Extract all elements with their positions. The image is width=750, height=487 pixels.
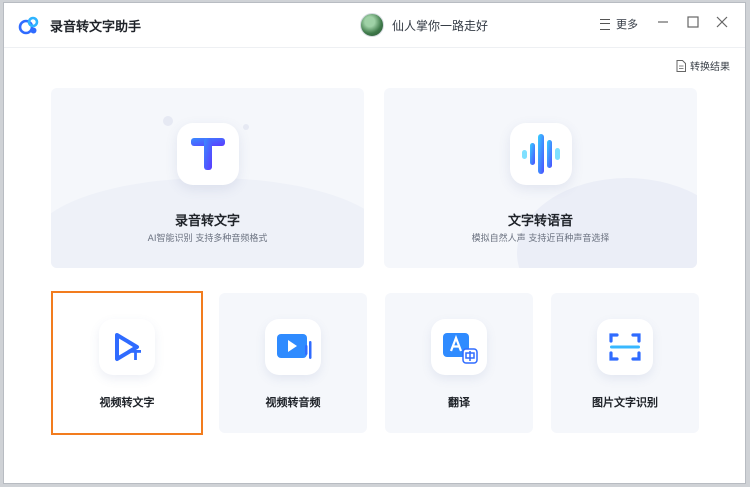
more-menu-button[interactable]: 更多 bbox=[600, 16, 638, 32]
card-icon-box bbox=[265, 319, 321, 375]
decor-dot bbox=[163, 116, 173, 126]
card-title: 视频转音频 bbox=[265, 396, 321, 409]
document-icon bbox=[676, 59, 686, 72]
minimize-icon[interactable] bbox=[656, 15, 670, 29]
more-label: 更多 bbox=[616, 18, 638, 31]
app-title: 录音转文字助手 bbox=[50, 20, 142, 35]
app-window: 录音转文字助手 仙人掌你一路走好 更多 转换结果 录音转文字 AI智能识别 支持… bbox=[3, 2, 746, 484]
card-title: 视频转文字 bbox=[99, 396, 155, 409]
card-subtitle: 模拟自然人声 支持近百种声音选择 bbox=[471, 234, 610, 244]
video-to-text-icon bbox=[115, 333, 141, 361]
results-label: 转换结果 bbox=[690, 62, 730, 73]
avatar[interactable] bbox=[360, 13, 384, 37]
card-title: 图片文字识别 bbox=[592, 396, 658, 409]
translate-card[interactable]: 翻译 bbox=[385, 293, 533, 433]
card-icon-box bbox=[431, 319, 487, 375]
card-icon-box bbox=[597, 319, 653, 375]
app-logo-icon bbox=[18, 16, 39, 35]
video-to-text-card[interactable]: 视频转文字 bbox=[51, 291, 203, 435]
video-to-audio-card[interactable]: 视频转音频 bbox=[219, 293, 367, 433]
card-icon-box bbox=[99, 319, 155, 375]
card-icon-box bbox=[177, 123, 239, 185]
image-ocr-card[interactable]: 图片文字识别 bbox=[551, 293, 699, 433]
user-profile[interactable]: 仙人掌你一路走好 bbox=[360, 13, 488, 37]
scan-ocr-icon bbox=[609, 333, 641, 361]
close-icon[interactable] bbox=[715, 15, 729, 29]
voice-wave-icon bbox=[522, 134, 560, 174]
text-t-icon bbox=[191, 138, 225, 170]
translate-icon bbox=[443, 333, 478, 364]
card-title: 翻译 bbox=[448, 396, 470, 409]
conversion-results-button[interactable]: 转换结果 bbox=[676, 58, 730, 73]
decor-dot bbox=[243, 124, 249, 130]
card-title: 文字转语音 bbox=[507, 214, 573, 229]
text-to-speech-card[interactable]: 文字转语音 模拟自然人声 支持近百种声音选择 bbox=[384, 88, 697, 268]
card-icon-box bbox=[510, 123, 572, 185]
audio-to-text-card[interactable]: 录音转文字 AI智能识别 支持多种音频格式 bbox=[51, 88, 364, 268]
maximize-icon[interactable] bbox=[686, 15, 700, 29]
username: 仙人掌你一路走好 bbox=[392, 18, 489, 33]
menu-icon bbox=[600, 18, 610, 30]
card-subtitle: AI智能识别 支持多种音频格式 bbox=[147, 234, 268, 244]
video-to-audio-icon bbox=[277, 334, 312, 359]
title-bar: 录音转文字助手 仙人掌你一路走好 更多 bbox=[4, 3, 745, 48]
card-title: 录音转文字 bbox=[174, 214, 240, 229]
